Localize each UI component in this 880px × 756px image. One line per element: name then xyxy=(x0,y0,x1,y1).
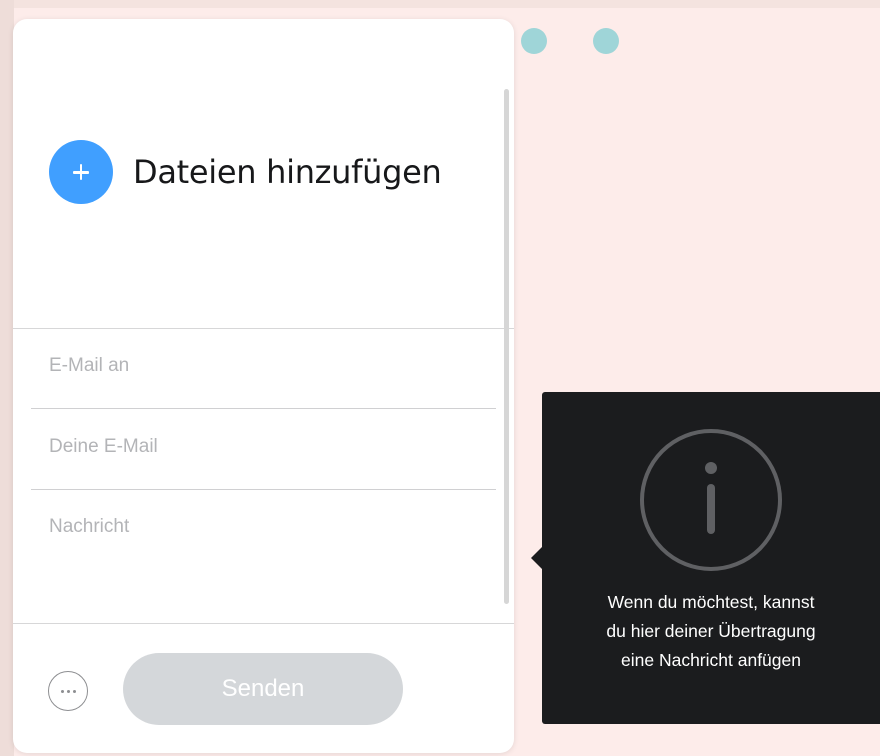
background-left-strip xyxy=(0,0,14,756)
message-field[interactable] xyxy=(49,516,469,582)
scrollbar[interactable] xyxy=(504,89,509,604)
info-icon xyxy=(640,429,782,571)
message-field-row xyxy=(31,490,496,600)
your-email-field-row xyxy=(31,410,496,490)
email-to-field[interactable] xyxy=(49,355,469,377)
add-files-button[interactable]: Dateien hinzufügen xyxy=(49,140,442,204)
tooltip-line: eine Nachricht anfügen xyxy=(621,650,801,670)
background-top-strip xyxy=(0,0,880,8)
decorative-dot xyxy=(593,28,619,54)
more-options-button[interactable] xyxy=(48,671,88,711)
email-to-field-row xyxy=(31,329,496,409)
message-tooltip: Wenn du möchtest, kannst du hier deiner … xyxy=(542,392,880,724)
upload-panel: Dateien hinzufügen Senden xyxy=(13,19,514,753)
ellipsis-icon xyxy=(60,689,64,693)
send-button[interactable]: Senden xyxy=(123,653,403,725)
tooltip-text: Wenn du möchtest, kannst du hier deiner … xyxy=(542,588,880,675)
your-email-field[interactable] xyxy=(49,436,469,458)
tooltip-line: du hier deiner Übertragung xyxy=(606,621,816,641)
footer-divider xyxy=(13,623,514,624)
plus-icon[interactable] xyxy=(49,140,113,204)
tooltip-line: Wenn du möchtest, kannst xyxy=(607,592,815,612)
add-files-label: Dateien hinzufügen xyxy=(133,153,442,191)
decorative-dot xyxy=(521,28,547,54)
